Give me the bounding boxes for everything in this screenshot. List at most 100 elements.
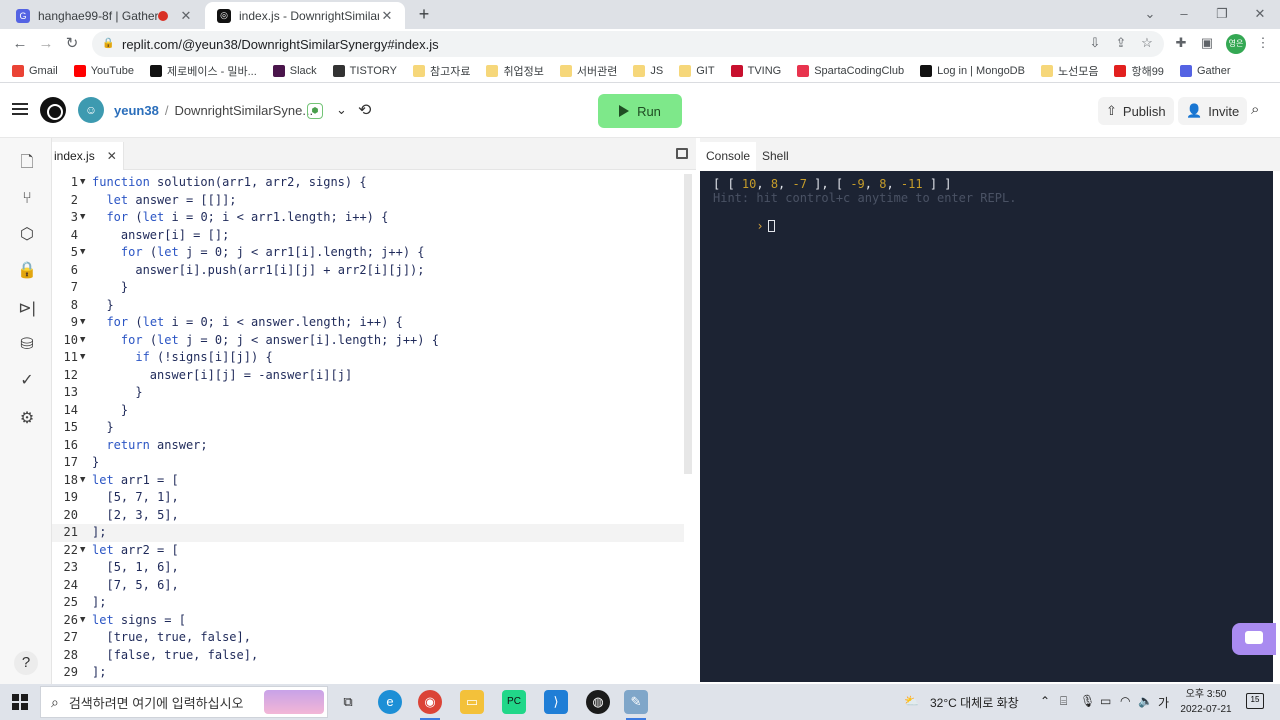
code-line[interactable]: 18 ▼ let arr1 = [ (52, 472, 684, 490)
more-menu-icon[interactable]: ⋮ (1254, 35, 1272, 53)
notepad-icon[interactable]: ✎ (624, 690, 648, 720)
unit-tests-check-icon[interactable]: ✓ (16, 370, 38, 392)
share-icon[interactable]: ⇪ (1112, 35, 1130, 53)
pycharm-icon[interactable]: PC (502, 690, 526, 714)
code-line[interactable]: 2 let answer = [[]]; (52, 192, 684, 210)
bookmark-item[interactable]: 취업정보 (486, 63, 544, 79)
chevron-down-icon[interactable]: ⌄ (336, 102, 347, 118)
database-icon[interactable]: ⛁ (16, 334, 38, 356)
settings-gear-icon[interactable]: ⚙ (16, 408, 38, 430)
code-line[interactable]: 6 answer[i].push(arr1[i][j] + arr2[i][j]… (52, 262, 684, 280)
address-bar[interactable]: 🔒 replit.com/@yeun38/DownrightSimilarSyn… (92, 31, 1164, 57)
code-line[interactable]: 23 [5, 1, 6], (52, 559, 684, 577)
windows-start-icon[interactable] (12, 694, 28, 710)
bookmark-item[interactable]: Slack (272, 64, 317, 77)
file-tab-index-js[interactable]: index.js ✕ (52, 142, 124, 170)
vscode-icon[interactable]: ⟩ (544, 690, 568, 714)
bookmark-item[interactable]: 참고자료 (412, 63, 470, 79)
run-button[interactable]: Run (598, 94, 682, 128)
code-line[interactable]: 26 ▼ let signs = [ (52, 612, 684, 630)
fold-arrow-icon[interactable]: ▼ (80, 612, 90, 630)
star-icon[interactable]: ☆ (1138, 35, 1156, 53)
install-icon[interactable]: ⇩ (1086, 35, 1104, 53)
browser-tab-gather[interactable]: G hanghae99-8f | Gather ✕ (4, 2, 204, 29)
fold-arrow-icon[interactable]: ▼ (80, 174, 90, 192)
code-line[interactable]: 10 ▼ for (let j = 0; j < answer[i].length… (52, 332, 684, 350)
volume-icon[interactable]: 🔈 (1138, 694, 1153, 708)
code-line[interactable]: 3 ▼ for (let i = 0; i < arr1.length; i++)… (52, 209, 684, 227)
fold-arrow-icon[interactable]: ▼ (80, 542, 90, 560)
code-line[interactable]: 29]; (52, 664, 684, 682)
console-output[interactable]: [ [ 10, 8, -7 ], [ -9, 8, -11 ] ] Hint: … (700, 171, 1273, 682)
code-line[interactable]: 14 } (52, 402, 684, 420)
version-control-icon[interactable]: ⑂ (16, 188, 38, 210)
forward-icon[interactable]: → (36, 34, 56, 54)
bookmark-item[interactable]: 항해99 (1114, 63, 1164, 79)
replit-logo-icon[interactable] (40, 97, 66, 123)
fold-arrow-icon[interactable]: ▼ (80, 314, 90, 332)
username-link[interactable]: yeun38 (114, 103, 159, 118)
bookmark-item[interactable]: SpartaCodingClub (797, 64, 904, 77)
code-line[interactable]: 28 [false, true, false], (52, 647, 684, 665)
bookmark-item[interactable]: JS (633, 64, 663, 77)
close-window-icon[interactable]: ✕ (1250, 6, 1270, 22)
bookmark-item[interactable]: 서버관련 (559, 63, 617, 79)
extensions-icon[interactable]: ✚ (1172, 35, 1190, 53)
editor-scrollbar[interactable] (684, 174, 692, 474)
chevron-up-icon[interactable]: ⌃ (1040, 694, 1050, 708)
code-line[interactable]: 16 return answer; (52, 437, 684, 455)
fold-arrow-icon[interactable]: ▼ (80, 349, 90, 367)
battery-icon[interactable]: ▭ (1100, 694, 1111, 708)
chevron-down-icon[interactable]: ⌄ (1140, 6, 1160, 22)
new-tab-button[interactable]: + (414, 4, 434, 25)
search-icon[interactable]: ⌕ (1251, 101, 1259, 118)
code-line[interactable]: 13 } (52, 384, 684, 402)
profile-avatar[interactable]: 영은 (1226, 34, 1246, 54)
bookmark-item[interactable]: 제로베이스 - 밀바... (149, 63, 257, 79)
fold-arrow-icon[interactable]: ▼ (80, 332, 90, 350)
code-line[interactable]: 7 } (52, 279, 684, 297)
taskbar-clock[interactable]: 오후 3:50 2022-07-21 (1178, 687, 1234, 717)
code-area[interactable]: 1 ▼ function solution(arr1, arr2, signs) {… (52, 174, 684, 682)
bookmark-item[interactable]: 노선모음 (1040, 63, 1098, 79)
menu-icon[interactable] (12, 103, 28, 115)
code-line[interactable]: 24 [7, 5, 6], (52, 577, 684, 595)
code-line[interactable]: 27 [true, true, false], (52, 629, 684, 647)
bookmark-item[interactable]: YouTube (73, 64, 134, 77)
task-view-icon[interactable]: ⧉ (336, 690, 360, 714)
code-line[interactable]: 4 answer[i] = []; (52, 227, 684, 245)
code-line[interactable]: 12 answer[i][j] = -answer[i][j] (52, 367, 684, 385)
help-button[interactable]: ? (14, 651, 38, 675)
publish-button[interactable]: ⇧ Publish (1098, 97, 1174, 125)
weather-text[interactable]: 32°C 대체로 화창 (930, 694, 1019, 711)
bookmark-item[interactable]: TISTORY (332, 64, 397, 77)
code-line[interactable]: 9 ▼ for (let i = 0; i < answer.length; i+… (52, 314, 684, 332)
console-prompt-line[interactable]: › (713, 205, 775, 247)
split-pane-icon[interactable] (676, 148, 688, 159)
chat-support-button[interactable] (1232, 623, 1276, 655)
code-line[interactable]: 17} (52, 454, 684, 472)
tulip-search-highlight-icon[interactable] (264, 690, 324, 714)
bookmark-item[interactable]: Gather (1179, 64, 1231, 77)
ime-indicator[interactable]: 가 (1158, 694, 1169, 711)
tab-console[interactable]: Console (700, 142, 757, 171)
maximize-icon[interactable]: ❐ (1212, 6, 1232, 22)
code-line[interactable]: 19 [5, 7, 1], (52, 489, 684, 507)
edge-icon[interactable]: e (378, 690, 402, 714)
fold-arrow-icon[interactable]: ▼ (80, 472, 90, 490)
close-tab-icon[interactable]: ✕ (379, 8, 395, 24)
file-explorer-icon[interactable]: ▭ (460, 690, 484, 714)
repl-name[interactable]: DownrightSimilarSyne... (174, 103, 313, 118)
code-line[interactable]: 25]; (52, 594, 684, 612)
meet-now-icon[interactable]: ⌸ (1060, 694, 1067, 709)
invite-button[interactable]: 👤 Invite (1178, 97, 1248, 125)
packages-icon[interactable]: ⬡ (16, 224, 38, 246)
tab-shell[interactable]: Shell (756, 142, 795, 171)
browser-tab-replit[interactable]: ◎ index.js - DownrightSimilarSyne ✕ (205, 2, 405, 29)
sidepanel-icon[interactable]: ▣ (1198, 35, 1216, 53)
fold-arrow-icon[interactable]: ▼ (80, 209, 90, 227)
fold-arrow-icon[interactable]: ▼ (80, 244, 90, 262)
chrome-icon[interactable]: ◉ (418, 690, 442, 720)
user-avatar[interactable]: ☺ (78, 97, 104, 123)
code-line[interactable]: 8 } (52, 297, 684, 315)
